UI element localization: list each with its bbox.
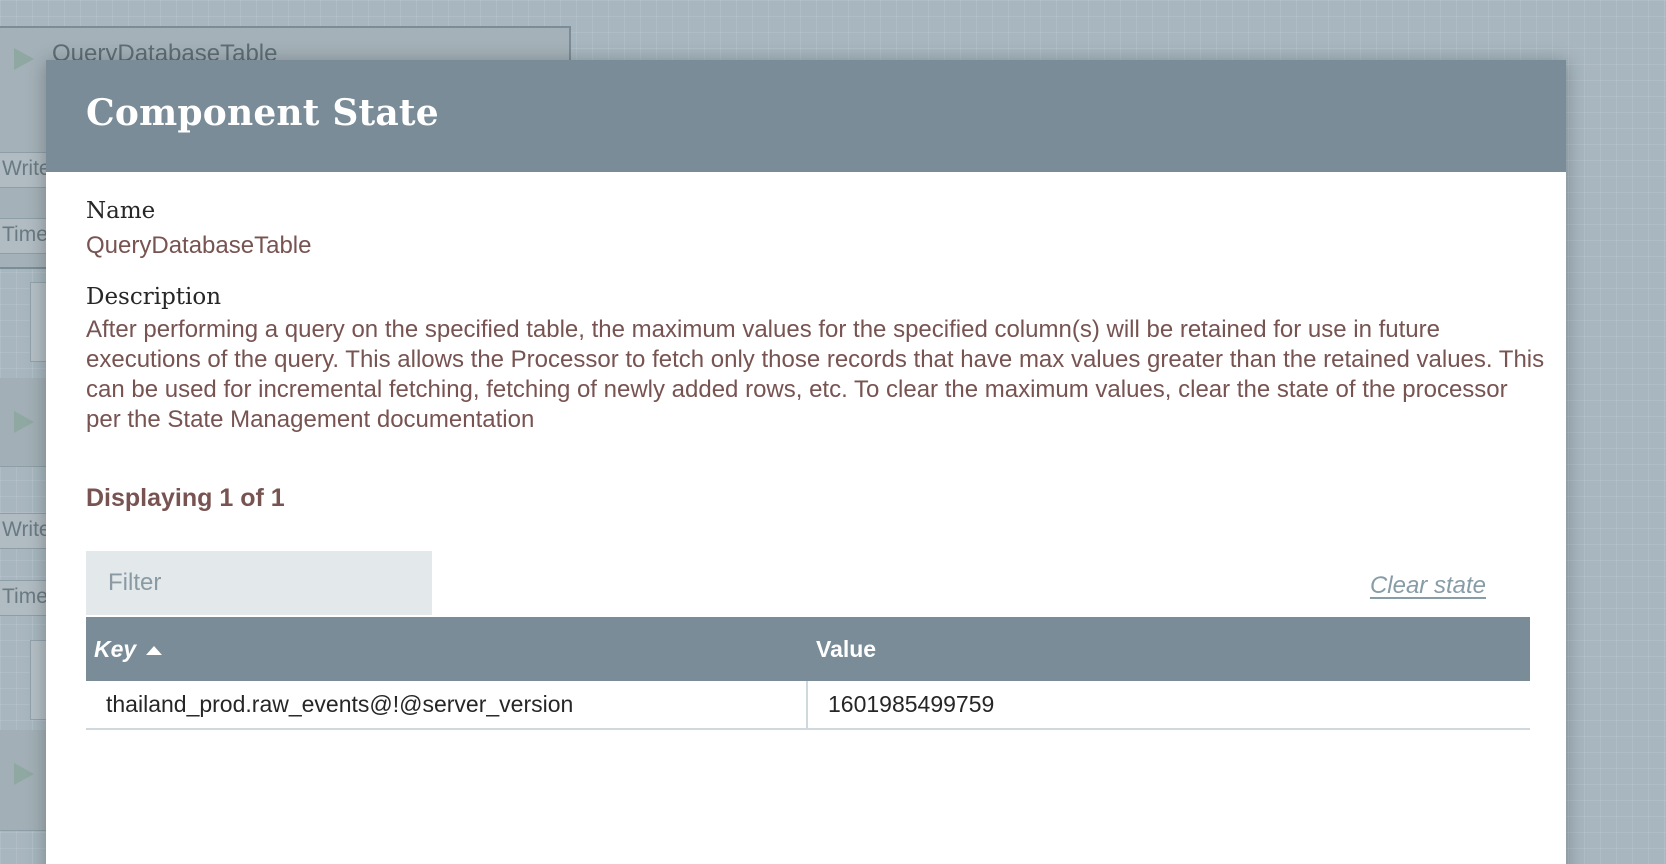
table-header: Key Value: [86, 617, 1530, 681]
column-header-value[interactable]: Value: [808, 617, 1530, 681]
state-key-cell: thailand_prod.raw_events@!@server_versio…: [86, 681, 808, 728]
description-value: After performing a query on the specifie…: [86, 316, 1545, 433]
background-row-label: Time: [0, 218, 48, 254]
play-icon: [14, 763, 34, 785]
displaying-count: Displaying 1 of 1: [86, 484, 285, 512]
table-row[interactable]: thailand_prod.raw_events@!@server_versio…: [86, 681, 1530, 730]
name-label: Name: [86, 198, 156, 224]
background-row-label: Time: [0, 580, 48, 616]
filter-input[interactable]: [86, 551, 432, 615]
play-icon: [14, 411, 34, 433]
component-state-dialog: Component State Name QueryDatabaseTable …: [46, 60, 1566, 864]
column-header-label: Key: [94, 635, 137, 662]
column-header-label: Value: [816, 635, 877, 662]
state-value-cell: 1601985499759: [828, 691, 995, 717]
dialog-title: Component State: [86, 92, 439, 134]
description-label: Description: [86, 284, 222, 310]
clear-state-link[interactable]: Clear state: [1370, 572, 1486, 600]
sort-ascending-icon: [146, 645, 163, 655]
background-row-label: Write: [0, 513, 48, 549]
name-value: QueryDatabaseTable: [86, 232, 312, 259]
dialog-header: Component State: [46, 60, 1566, 172]
background-row-label: Write: [0, 152, 48, 188]
play-icon: [14, 48, 34, 70]
column-header-key[interactable]: Key: [86, 617, 808, 681]
state-table: Key Value thailand_prod.raw_events@!@ser…: [86, 617, 1530, 730]
background-processor[interactable]: [0, 378, 48, 467]
background-processor[interactable]: [0, 730, 48, 831]
